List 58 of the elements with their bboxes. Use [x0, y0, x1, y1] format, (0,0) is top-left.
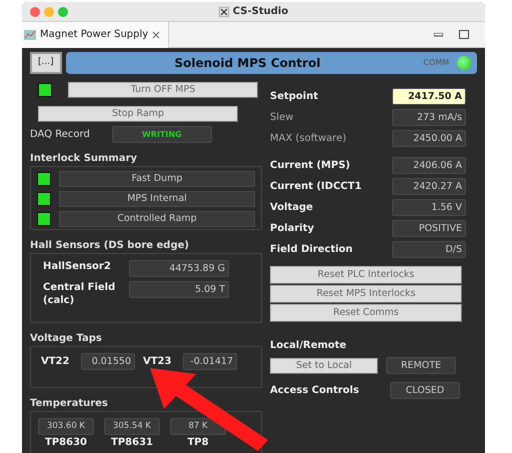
app-icon [218, 6, 229, 16]
reset-button[interactable]: Reset PLC Interlocks [270, 266, 462, 284]
readout: -0.01417 [183, 353, 237, 370]
setpoint-label: Setpoint [270, 90, 320, 104]
interlock-indicator: Fast Dump [59, 171, 255, 187]
window-title: CS-Studio [232, 5, 288, 19]
sensor-label: TP8631 [111, 436, 153, 450]
reset-button[interactable]: Reset MPS Interlocks [270, 285, 462, 303]
readout: 5.09 T [129, 281, 229, 298]
sensor-label: TP8630 [45, 436, 87, 450]
field-label: Voltage [270, 201, 314, 215]
readout: POSITIVE [392, 220, 466, 237]
group-title: Hall Sensors (DS bore edge) [30, 239, 190, 253]
sensor-label: TP8 [187, 436, 209, 450]
readout: 0.01550 [81, 353, 135, 370]
readout: 273 mA/s [392, 109, 466, 126]
close-icon[interactable] [152, 30, 160, 38]
readout: 305.54 K [104, 418, 160, 435]
maximize-icon[interactable] [459, 30, 469, 39]
set-local-button[interactable]: Set to Local [270, 358, 378, 374]
access-label: Access Controls [270, 384, 360, 398]
readout: 303.60 K [38, 418, 94, 435]
daq-status: WRITING [112, 126, 212, 143]
section-title: Local/Remote [270, 339, 348, 353]
field-label: Slew [270, 111, 294, 125]
group-title: Interlock Summary [30, 152, 138, 166]
readout: 1.56 V [392, 199, 466, 216]
access-status: CLOSED [390, 382, 460, 399]
menu-button[interactable]: [...] [30, 52, 62, 74]
field-label: MAX (software) [270, 132, 348, 146]
tap-label: VT22 [40, 355, 70, 369]
interlock-indicator: Controlled Ramp [59, 211, 255, 227]
field-label: Current (IDCCT1 [270, 180, 363, 194]
interlock-indicator: MPS Internal [59, 191, 255, 207]
stop-ramp-button[interactable]: Stop Ramp [38, 106, 238, 122]
readout: 2406.06 A [392, 157, 466, 174]
minimize-icon[interactable] [434, 32, 443, 36]
readout: 44753.89 G [129, 260, 229, 277]
readout: 2420.27 A [392, 178, 466, 195]
editor-tab[interactable]: Magnet Power Supply [22, 22, 170, 48]
daq-label: DAQ Record [30, 128, 90, 142]
panel-title: Solenoid MPS Control [173, 55, 322, 72]
field-label: HallSensor2 [42, 260, 112, 273]
turn-off-button[interactable]: Turn OFF MPS [68, 82, 258, 98]
readout: 2450.00 A [392, 130, 466, 147]
group-title: Voltage Taps [30, 332, 103, 346]
field-label: Current (MPS) [270, 159, 352, 173]
comm-label: COMM [423, 57, 449, 69]
setpoint-field[interactable]: 2417.50 A [392, 88, 466, 105]
field-label: Polarity [270, 222, 316, 236]
group-title: Temperatures [30, 397, 109, 411]
field-label: Field Direction [270, 243, 354, 257]
tap-label: VT23 [142, 355, 172, 369]
chart-icon [24, 30, 36, 40]
field-label: Central Field (calc) [42, 281, 116, 307]
reset-button[interactable]: Reset Comms [270, 304, 462, 322]
readout: D/S [392, 241, 466, 258]
remote-status: REMOTE [386, 357, 456, 374]
